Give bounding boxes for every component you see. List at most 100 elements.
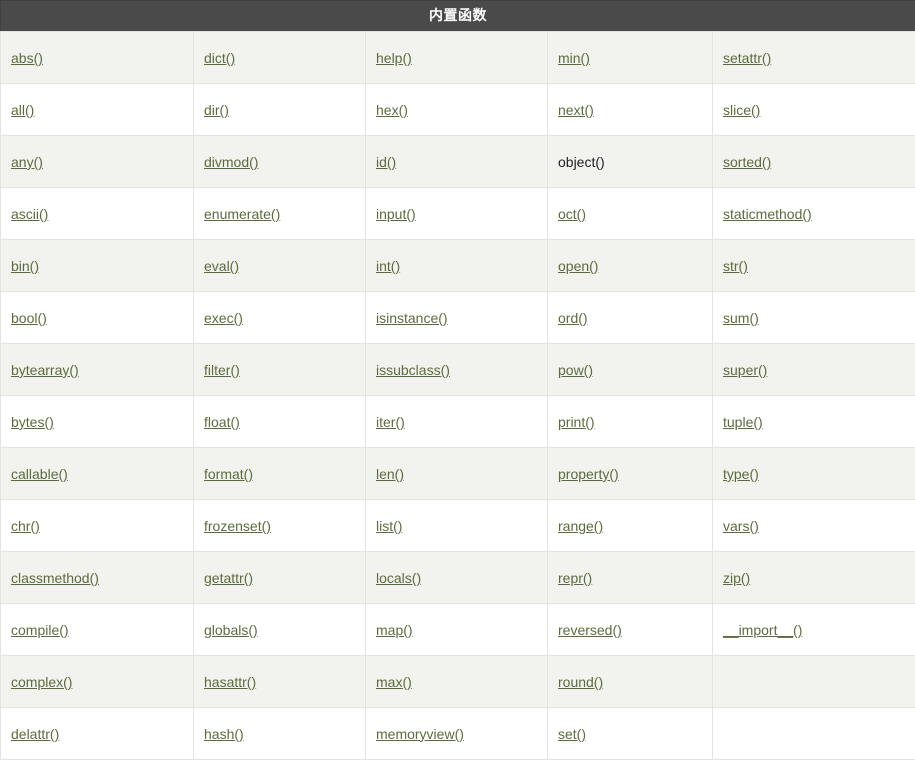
table-cell: bin() xyxy=(1,240,194,292)
function-link[interactable]: staticmethod() xyxy=(723,206,812,222)
function-link[interactable]: print() xyxy=(558,414,595,430)
function-link[interactable]: max() xyxy=(376,674,412,690)
function-link[interactable]: hasattr() xyxy=(204,674,256,690)
function-link[interactable]: sorted() xyxy=(723,154,771,170)
table-cell: oct() xyxy=(548,188,713,240)
function-link[interactable]: input() xyxy=(376,206,416,222)
function-link[interactable]: filter() xyxy=(204,362,240,378)
table-cell: dir() xyxy=(194,84,366,136)
function-link[interactable]: isinstance() xyxy=(376,310,448,326)
function-link[interactable]: ascii() xyxy=(11,206,48,222)
function-link[interactable]: sum() xyxy=(723,310,759,326)
function-link[interactable]: dict() xyxy=(204,50,235,66)
table-cell: sorted() xyxy=(713,136,915,188)
table-cell: delattr() xyxy=(1,708,194,760)
function-link[interactable]: enumerate() xyxy=(204,206,280,222)
function-link[interactable]: super() xyxy=(723,362,767,378)
function-link[interactable]: memoryview() xyxy=(376,726,464,742)
table-cell: dict() xyxy=(194,32,366,84)
table-cell: reversed() xyxy=(548,604,713,656)
function-link[interactable]: hex() xyxy=(376,102,408,118)
function-link[interactable]: type() xyxy=(723,466,759,482)
function-link[interactable]: frozenset() xyxy=(204,518,271,534)
table-cell: compile() xyxy=(1,604,194,656)
table-cell: hex() xyxy=(366,84,548,136)
function-link[interactable]: chr() xyxy=(11,518,40,534)
function-link[interactable]: setattr() xyxy=(723,50,771,66)
table-cell: range() xyxy=(548,500,713,552)
function-link[interactable]: int() xyxy=(376,258,400,274)
table-cell-empty xyxy=(713,656,915,708)
table-cell: locals() xyxy=(366,552,548,604)
table-cell: bool() xyxy=(1,292,194,344)
function-link[interactable]: abs() xyxy=(11,50,43,66)
function-link[interactable]: pow() xyxy=(558,362,593,378)
function-link[interactable]: slice() xyxy=(723,102,760,118)
table-cell: map() xyxy=(366,604,548,656)
table-cell: ord() xyxy=(548,292,713,344)
function-link[interactable]: float() xyxy=(204,414,240,430)
function-link[interactable]: property() xyxy=(558,466,619,482)
function-link[interactable]: zip() xyxy=(723,570,750,586)
table-row: abs() dict() help() min() setattr() xyxy=(1,32,915,84)
function-link[interactable]: callable() xyxy=(11,466,68,482)
table-row: bytearray() filter() issubclass() pow() supe… xyxy=(1,344,915,396)
function-link[interactable]: str() xyxy=(723,258,748,274)
function-link[interactable]: compile() xyxy=(11,622,69,638)
table-cell: str() xyxy=(713,240,915,292)
table-cell: super() xyxy=(713,344,915,396)
table-cell: type() xyxy=(713,448,915,500)
function-link[interactable]: round() xyxy=(558,674,603,690)
function-link[interactable]: oct() xyxy=(558,206,586,222)
function-link[interactable]: ord() xyxy=(558,310,588,326)
table-cell: isinstance() xyxy=(366,292,548,344)
function-link[interactable]: bytearray() xyxy=(11,362,79,378)
table-cell: classmethod() xyxy=(1,552,194,604)
function-link[interactable]: exec() xyxy=(204,310,243,326)
table-row: delattr() hash() memoryview() set() xyxy=(1,708,915,760)
function-link[interactable]: len() xyxy=(376,466,404,482)
table-cell: frozenset() xyxy=(194,500,366,552)
function-link[interactable]: tuple() xyxy=(723,414,763,430)
function-link[interactable]: all() xyxy=(11,102,34,118)
function-link[interactable]: dir() xyxy=(204,102,229,118)
table-cell: setattr() xyxy=(713,32,915,84)
table-cell: int() xyxy=(366,240,548,292)
function-link[interactable]: any() xyxy=(11,154,43,170)
function-link[interactable]: globals() xyxy=(204,622,258,638)
function-link[interactable]: locals() xyxy=(376,570,421,586)
function-link[interactable]: min() xyxy=(558,50,590,66)
function-link[interactable]: classmethod() xyxy=(11,570,99,586)
table-row: ascii() enumerate() input() oct() staticmeth… xyxy=(1,188,915,240)
table-cell: filter() xyxy=(194,344,366,396)
function-link[interactable]: hash() xyxy=(204,726,244,742)
function-link[interactable]: next() xyxy=(558,102,594,118)
function-link[interactable]: list() xyxy=(376,518,402,534)
function-link[interactable]: eval() xyxy=(204,258,239,274)
function-link[interactable]: format() xyxy=(204,466,253,482)
table-cell: list() xyxy=(366,500,548,552)
function-link[interactable]: divmod() xyxy=(204,154,258,170)
function-link[interactable]: issubclass() xyxy=(376,362,450,378)
function-link[interactable]: bin() xyxy=(11,258,39,274)
function-link[interactable]: map() xyxy=(376,622,413,638)
function-link[interactable]: reversed() xyxy=(558,622,622,638)
function-link[interactable]: vars() xyxy=(723,518,759,534)
function-link[interactable]: open() xyxy=(558,258,598,274)
function-link[interactable]: getattr() xyxy=(204,570,253,586)
function-link[interactable]: set() xyxy=(558,726,586,742)
function-link[interactable]: complex() xyxy=(11,674,72,690)
table-row: bool() exec() isinstance() ord() sum() xyxy=(1,292,915,344)
function-link[interactable]: iter() xyxy=(376,414,405,430)
function-link[interactable]: bytes() xyxy=(11,414,54,430)
function-link[interactable]: help() xyxy=(376,50,412,66)
table-cell: hasattr() xyxy=(194,656,366,708)
function-link[interactable]: bool() xyxy=(11,310,47,326)
function-link[interactable]: __import__() xyxy=(723,622,802,638)
table-cell: max() xyxy=(366,656,548,708)
function-link[interactable]: delattr() xyxy=(11,726,59,742)
table-cell: repr() xyxy=(548,552,713,604)
function-link[interactable]: range() xyxy=(558,518,603,534)
function-link[interactable]: id() xyxy=(376,154,396,170)
function-link[interactable]: repr() xyxy=(558,570,592,586)
